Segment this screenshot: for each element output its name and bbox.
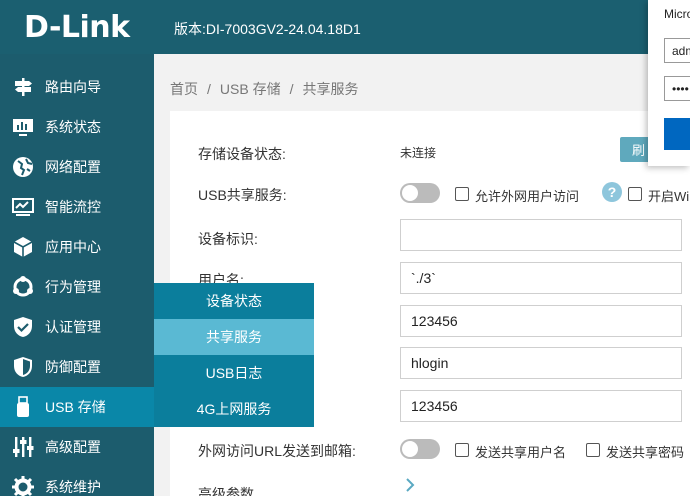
sidebar-item-route-wizard[interactable]: 路由向导 — [0, 67, 154, 107]
top-header: D-Link 版本:DI-7003GV2-24.04.18D1 — [0, 0, 690, 54]
traffic-monitor-icon — [12, 196, 34, 218]
send-pass-checkbox[interactable] — [586, 443, 600, 457]
allow-wan-label: 允许外网用户访问 — [475, 189, 580, 204]
sidebar-item-system-status[interactable]: 系统状态 — [0, 107, 154, 147]
usb-drive-icon — [12, 396, 34, 418]
sidebar-item-label: 应用中心 — [45, 239, 101, 255]
submenu-usb-log[interactable]: USB日志 — [154, 355, 314, 391]
chevron-right-icon[interactable] — [403, 478, 417, 492]
send-user-checkbox[interactable] — [455, 443, 469, 457]
sidebar-item-system-maintenance[interactable]: 系统维护 — [0, 467, 154, 496]
email-url-toggle[interactable] — [400, 439, 440, 459]
advanced-params-label: 高级参数 — [198, 486, 254, 496]
breadcrumb-section[interactable]: USB 存储 — [220, 81, 281, 97]
submenu-share-service[interactable]: 共享服务 — [154, 319, 314, 355]
signpost-icon — [12, 76, 34, 98]
firmware-version: 版本:DI-7003GV2-24.04.18D1 — [174, 21, 361, 37]
login-input[interactable]: hlogin — [400, 347, 682, 379]
sidebar-item-label: 高级配置 — [45, 439, 101, 455]
breadcrumb-home[interactable]: 首页 — [170, 81, 198, 97]
sidebar-item-label: 系统维护 — [45, 479, 101, 495]
usb-share-label: USB共享服务: — [198, 187, 287, 203]
sidebar-item-auth-mgmt[interactable]: 认证管理 — [0, 307, 154, 347]
popup-title: Micro — [664, 7, 690, 21]
sidebar-item-usb-storage[interactable]: USB 存储 — [0, 387, 154, 427]
help-icon[interactable]: ? — [602, 182, 622, 202]
sliders-icon — [12, 436, 34, 458]
sidebar-item-label: 路由向导 — [45, 79, 101, 95]
sidebar-item-label: USB 存储 — [45, 399, 106, 415]
popup-submit-button[interactable] — [664, 118, 690, 150]
allow-wan-checkbox[interactable] — [455, 187, 469, 201]
submenu-4g-service[interactable]: 4G上网服务 — [154, 391, 314, 427]
monitor-chart-icon — [12, 116, 34, 138]
users-cycle-icon — [12, 276, 34, 298]
dlink-logo: D-Link — [24, 10, 130, 45]
sidebar-item-smart-flow[interactable]: 智能流控 — [0, 187, 154, 227]
breadcrumb: 首页 / USB 存储 / 共享服务 — [170, 79, 358, 99]
send-pass-label: 发送共享密码 — [606, 445, 685, 460]
sidebar-item-label: 行为管理 — [45, 279, 101, 295]
sidebar: 路由向导 系统状态 网络配置 智能流控 应用中心 行为管理 认证管理 防御配置 … — [0, 54, 154, 496]
username-input[interactable]: `./3` — [400, 262, 682, 294]
breadcrumb-separator: / — [207, 81, 211, 97]
sidebar-item-behavior-mgmt[interactable]: 行为管理 — [0, 267, 154, 307]
enable-wifi-label: 开启Wi — [648, 189, 690, 204]
sidebar-item-app-center[interactable]: 应用中心 — [0, 227, 154, 267]
breadcrumb-page: 共享服务 — [302, 81, 359, 97]
popup-username-input[interactable]: adm — [664, 38, 690, 63]
sidebar-item-network-config[interactable]: 网络配置 — [0, 147, 154, 187]
enable-wifi-checkbox[interactable] — [628, 187, 642, 201]
sidebar-item-advanced-config[interactable]: 高级配置 — [0, 427, 154, 467]
sidebar-item-label: 防御配置 — [45, 359, 101, 375]
device-id-label: 设备标识: — [198, 231, 258, 247]
send-user-label: 发送共享用户名 — [475, 445, 567, 460]
shield-half-icon — [12, 356, 34, 378]
breadcrumb-separator: / — [289, 81, 294, 97]
email-url-label: 外网访问URL发送到邮箱: — [198, 443, 356, 459]
globe-icon — [12, 156, 34, 178]
sidebar-item-label: 智能流控 — [45, 199, 101, 215]
gear-icon — [12, 476, 34, 496]
cube-icon — [12, 236, 34, 258]
sidebar-item-label: 认证管理 — [45, 319, 101, 335]
sidebar-item-defense-config[interactable]: 防御配置 — [0, 347, 154, 387]
sidebar-item-label: 网络配置 — [45, 159, 101, 175]
device-id-input[interactable] — [400, 219, 682, 251]
storage-status-label: 存储设备状态: — [198, 146, 286, 162]
usb-share-toggle[interactable] — [400, 183, 440, 203]
password-input[interactable]: 123456 — [400, 305, 682, 337]
sidebar-item-label: 系统状态 — [45, 119, 101, 135]
popup-password-input[interactable]: •••• — [664, 76, 690, 101]
storage-status-value: 未连接 — [400, 146, 437, 160]
shield-check-icon — [12, 316, 34, 338]
submenu-device-status[interactable]: 设备状态 — [154, 283, 314, 319]
login-popup: Micro adm •••• — [648, 0, 690, 166]
password-confirm-input[interactable]: 123456 — [400, 390, 682, 422]
usb-submenu: 设备状态 共享服务 USB日志 4G上网服务 — [154, 283, 314, 427]
